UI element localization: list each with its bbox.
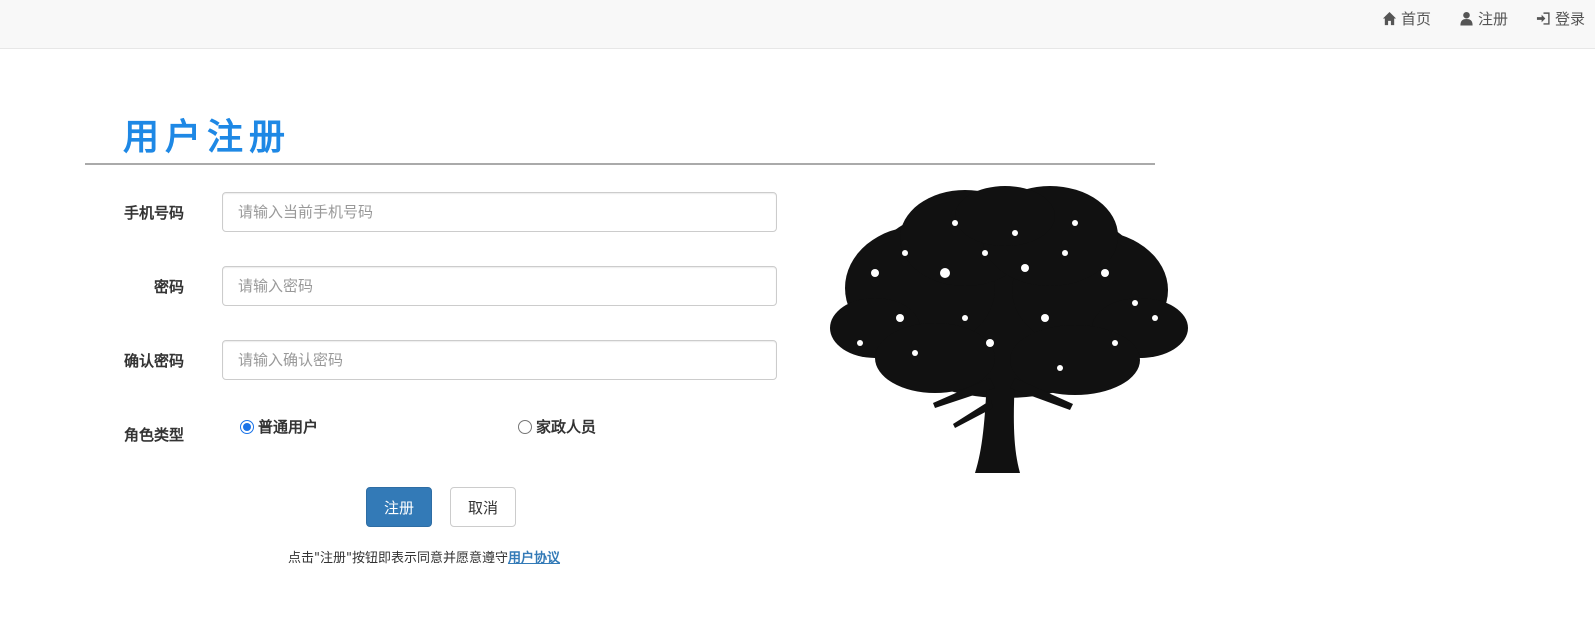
confirm-password-label: 确认密码: [123, 352, 184, 370]
log-in-icon: [1536, 11, 1550, 25]
nav-menu: 首页 注册 登录: [1382, 6, 1585, 30]
role-option-label: 家政人员: [536, 418, 597, 436]
page-title: 用户注册: [123, 117, 292, 158]
nav-register-label: 注册: [1477, 9, 1508, 28]
tree-silhouette-icon: [830, 186, 1188, 473]
nav-login-link[interactable]: 登录: [1536, 8, 1585, 29]
nav-home-label: 首页: [1400, 9, 1431, 28]
role-label: 角色类型: [123, 426, 184, 444]
register-button[interactable]: 注册: [366, 487, 432, 527]
confirm-password-input[interactable]: [222, 340, 777, 380]
role-option-normal-user[interactable]: 普通用户: [240, 416, 318, 437]
role-option-label: 普通用户: [258, 418, 319, 436]
top-navbar: 首页 注册 登录: [0, 0, 1595, 49]
nav-register-link[interactable]: 注册: [1459, 8, 1508, 29]
password-label: 密码: [153, 278, 184, 296]
phone-input[interactable]: [222, 192, 777, 232]
cancel-button[interactable]: 取消: [450, 487, 516, 527]
home-icon: [1382, 11, 1397, 25]
radio-checked-icon[interactable]: [240, 419, 254, 434]
password-input[interactable]: [222, 266, 777, 306]
user-icon: [1460, 11, 1473, 26]
nav-login-label: 登录: [1554, 9, 1585, 28]
phone-label: 手机号码: [123, 204, 184, 222]
nav-home-link[interactable]: 首页: [1382, 8, 1431, 29]
title-divider: [85, 163, 1155, 165]
radio-unchecked-icon[interactable]: [518, 419, 532, 434]
user-agreement-link[interactable]: 用户协议: [508, 551, 560, 566]
agreement-text: 点击"注册"按钮即表示同意并愿意遵守: [288, 551, 508, 566]
agreement-notice: 点击"注册"按钮即表示同意并愿意遵守用户协议: [288, 547, 560, 566]
role-option-housekeeper[interactable]: 家政人员: [518, 416, 596, 437]
